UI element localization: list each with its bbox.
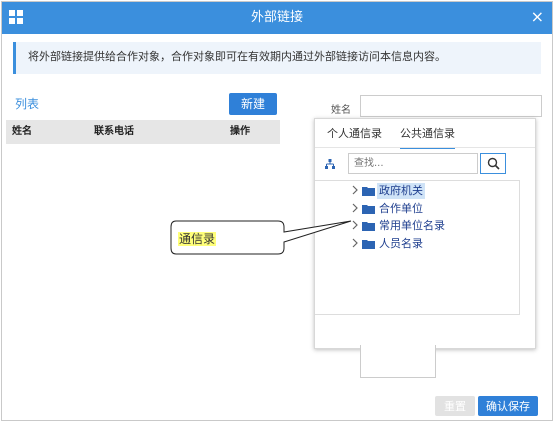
list-title: 列表 bbox=[15, 97, 40, 111]
name-label: 姓名 bbox=[331, 105, 351, 116]
title-bar: 外部链接 × bbox=[2, 2, 552, 34]
folder-icon bbox=[362, 222, 375, 231]
reset-button[interactable]: 重置 bbox=[435, 396, 475, 416]
table-header: 姓名 联系电话 操作 bbox=[6, 120, 280, 144]
name-input[interactable] bbox=[360, 95, 542, 117]
external-link-dialog: 外部链接 × 将外部链接提供给合作对象，合作对象即可在有效期内通过外部链接访问本… bbox=[1, 1, 553, 421]
close-icon[interactable]: × bbox=[531, 2, 544, 32]
folder-icon bbox=[362, 205, 375, 214]
column-name: 姓名 bbox=[12, 126, 32, 137]
chevron-right-icon[interactable] bbox=[350, 203, 360, 213]
dialog-title: 外部链接 bbox=[250, 10, 303, 25]
tree-node-label: 常用单位名录 bbox=[379, 219, 445, 232]
tree-node-label: 合作单位 bbox=[379, 202, 423, 215]
org-chart-icon[interactable] bbox=[325, 159, 335, 169]
tree-node-label: 人员名录 bbox=[379, 237, 423, 250]
tab-public-directory[interactable]: 公共通信录 bbox=[400, 125, 455, 149]
tab-personal-directory[interactable]: 个人通信录 bbox=[327, 125, 382, 141]
search-input[interactable] bbox=[348, 153, 478, 174]
folder-icon bbox=[362, 240, 375, 249]
panel-fragment bbox=[360, 345, 436, 378]
column-actions: 操作 bbox=[230, 126, 250, 137]
column-phone: 联系电话 bbox=[94, 126, 134, 137]
search-button[interactable] bbox=[480, 153, 506, 174]
tabs-divider bbox=[315, 147, 535, 148]
info-notice: 将外部链接提供给合作对象，合作对象即可在有效期内通过外部链接访问本信息内容。 bbox=[13, 42, 541, 74]
new-button[interactable]: 新建 bbox=[229, 93, 277, 115]
folder-icon bbox=[362, 187, 375, 196]
save-button[interactable]: 确认保存 bbox=[478, 396, 538, 416]
tree-node-label: 政府机关 bbox=[377, 183, 425, 199]
search-icon bbox=[487, 157, 500, 170]
callout-label: 通信录 bbox=[178, 232, 217, 246]
chevron-right-icon[interactable] bbox=[350, 185, 360, 195]
